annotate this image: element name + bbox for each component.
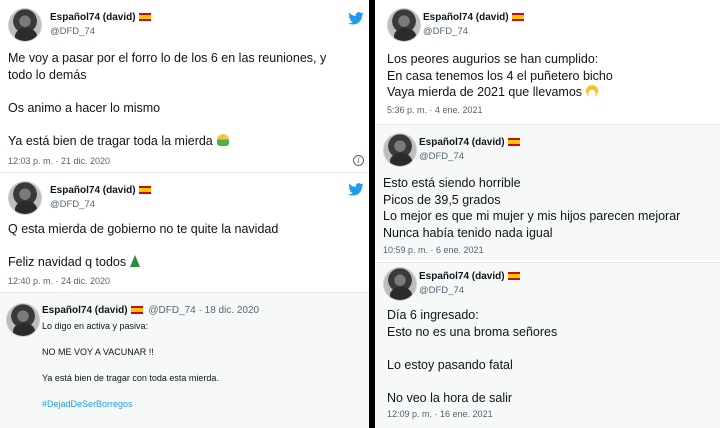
mask-face-emoji-icon xyxy=(586,85,599,97)
tweet-line: Os animo a hacer lo mismo xyxy=(8,100,161,115)
tweet-line xyxy=(42,332,219,344)
user-display-name[interactable]: Español74 (david) xyxy=(419,137,520,148)
tweet-text: Esto está siendo horrible Picos de 39,5 … xyxy=(383,175,710,241)
user-display-name[interactable]: Español74 (david) xyxy=(50,185,151,196)
hashtag-link[interactable]: #DejadDeSerBorregos xyxy=(42,398,219,410)
tweet-text: Día 6 ingresado: Esto no es una broma se… xyxy=(387,307,710,406)
user-display-name[interactable]: Español74 (david) @DFD_74 · 18 dic. 2020 xyxy=(42,305,259,316)
tweet-card[interactable]: Español74 (david) @DFD_74 Los peores aug… xyxy=(375,0,720,120)
spain-flag-icon xyxy=(507,272,520,280)
tweet-line xyxy=(42,358,219,370)
user-handle[interactable]: @DFD_74 xyxy=(423,26,468,37)
tweet-line xyxy=(8,83,359,100)
tweet-line xyxy=(387,373,710,390)
tweet-line: En casa tenemos los 4 el puñetero bicho xyxy=(387,68,613,83)
tweet-timestamp[interactable]: 5:36 p. m. · 4 ene. 2021 xyxy=(387,105,483,115)
avatar[interactable] xyxy=(6,303,40,337)
tweet-card[interactable]: Español74 (david) @DFD_74 Esto está sien… xyxy=(375,124,720,260)
user-display-name[interactable]: Español74 (david) xyxy=(50,12,151,23)
right-screenshot-column: Español74 (david) @DFD_74 Los peores aug… xyxy=(375,0,720,428)
user-handle[interactable]: @DFD_74 xyxy=(419,285,464,296)
user-handle[interactable]: @DFD_74 xyxy=(50,26,95,37)
user-display-name[interactable]: Español74 (david) xyxy=(419,271,520,282)
tweet-line: Lo digo en activa y pasiva: xyxy=(42,321,149,331)
avatar[interactable] xyxy=(383,267,417,301)
tweet-line: Nunca había tenido nada igual xyxy=(383,225,553,240)
tweet-line xyxy=(387,340,710,357)
twitter-bird-icon xyxy=(348,12,364,25)
avatar[interactable] xyxy=(387,8,421,42)
tweet-card[interactable]: Español74 (david) @DFD_74 Me voy a pasar… xyxy=(0,0,369,172)
spain-flag-icon xyxy=(138,13,151,21)
tweet-line: Feliz navidad q todos xyxy=(8,254,359,271)
tweet-line: Día 6 ingresado: xyxy=(387,308,479,322)
tweet-line: Esto está siendo horrible xyxy=(383,176,521,190)
tweet-line: NO ME VOY A VACUNAR !! xyxy=(42,347,154,357)
tweet-text: Q esta mierda de gobierno no te quite la… xyxy=(8,221,359,271)
spain-flag-icon xyxy=(511,13,524,21)
user-display-name[interactable]: Español74 (david) xyxy=(423,12,524,23)
tweet-card[interactable]: Español74 (david) @DFD_74 Día 6 ingresad… xyxy=(375,262,720,428)
tweet-line: Ya está bien de tragar con toda esta mie… xyxy=(42,373,219,383)
tweet-timestamp[interactable]: 10:59 p. m. · 6 ene. 2021 xyxy=(383,245,484,255)
tweet-line xyxy=(8,116,359,133)
person-emoji-icon xyxy=(216,133,229,146)
tweet-line: Esto no es una broma señores xyxy=(387,324,558,339)
avatar[interactable] xyxy=(383,133,417,167)
tweet-text: Me voy a pasar por el forro lo de los 6 … xyxy=(8,50,359,149)
tweet-line: No veo la hora de salir xyxy=(387,390,513,405)
tweet-line: Los peores augurios se han cumplido: xyxy=(387,52,599,66)
user-handle[interactable]: @DFD_74 xyxy=(419,151,464,162)
christmas-tree-emoji-icon xyxy=(130,255,141,267)
avatar[interactable] xyxy=(8,8,42,42)
left-screenshot-column: Español74 (david) @DFD_74 Me voy a pasar… xyxy=(0,0,369,428)
tweet-text: Los peores augurios se han cumplido: En … xyxy=(387,51,710,101)
tweet-text: Lo digo en activa y pasiva: NO ME VOY A … xyxy=(42,320,219,410)
tweet-line: todo lo demás xyxy=(8,67,87,82)
avatar[interactable] xyxy=(8,181,42,215)
tweet-line: Vaya mierda de 2021 que llevamos xyxy=(387,84,710,101)
info-icon[interactable]: i xyxy=(353,155,364,166)
tweet-line: Lo mejor es que mi mujer y mis hijos par… xyxy=(383,209,681,223)
tweet-line xyxy=(42,384,219,396)
tweet-timestamp[interactable]: 12:03 p. m. · 21 dic. 2020 xyxy=(8,156,110,166)
tweet-timestamp[interactable]: 12:09 p. m. · 16 ene. 2021 xyxy=(387,409,493,419)
tweet-line: Ya está bien de tragar toda la mierda xyxy=(8,133,359,150)
tweet-line xyxy=(8,238,359,255)
tweet-card[interactable]: Español74 (david) @DFD_74 Q esta mierda … xyxy=(0,172,369,292)
tweet-line: Q esta mierda de gobierno no te quite la… xyxy=(8,222,279,236)
tweet-card[interactable]: Español74 (david) @DFD_74 · 18 dic. 2020… xyxy=(0,292,369,428)
spain-flag-icon xyxy=(138,186,151,194)
user-handle[interactable]: @DFD_74 xyxy=(50,199,95,210)
twitter-bird-icon xyxy=(348,183,364,196)
spain-flag-icon xyxy=(130,306,143,314)
tweet-line: Picos de 39,5 grados xyxy=(383,192,501,207)
tweet-meta: @DFD_74 · 18 dic. 2020 xyxy=(148,305,260,316)
tweet-line: Lo estoy pasando fatal xyxy=(387,357,513,372)
tweet-timestamp[interactable]: 12:40 p. m. · 24 dic. 2020 xyxy=(8,276,110,286)
spain-flag-icon xyxy=(507,138,520,146)
tweet-line: Me voy a pasar por el forro lo de los 6 … xyxy=(8,51,327,65)
